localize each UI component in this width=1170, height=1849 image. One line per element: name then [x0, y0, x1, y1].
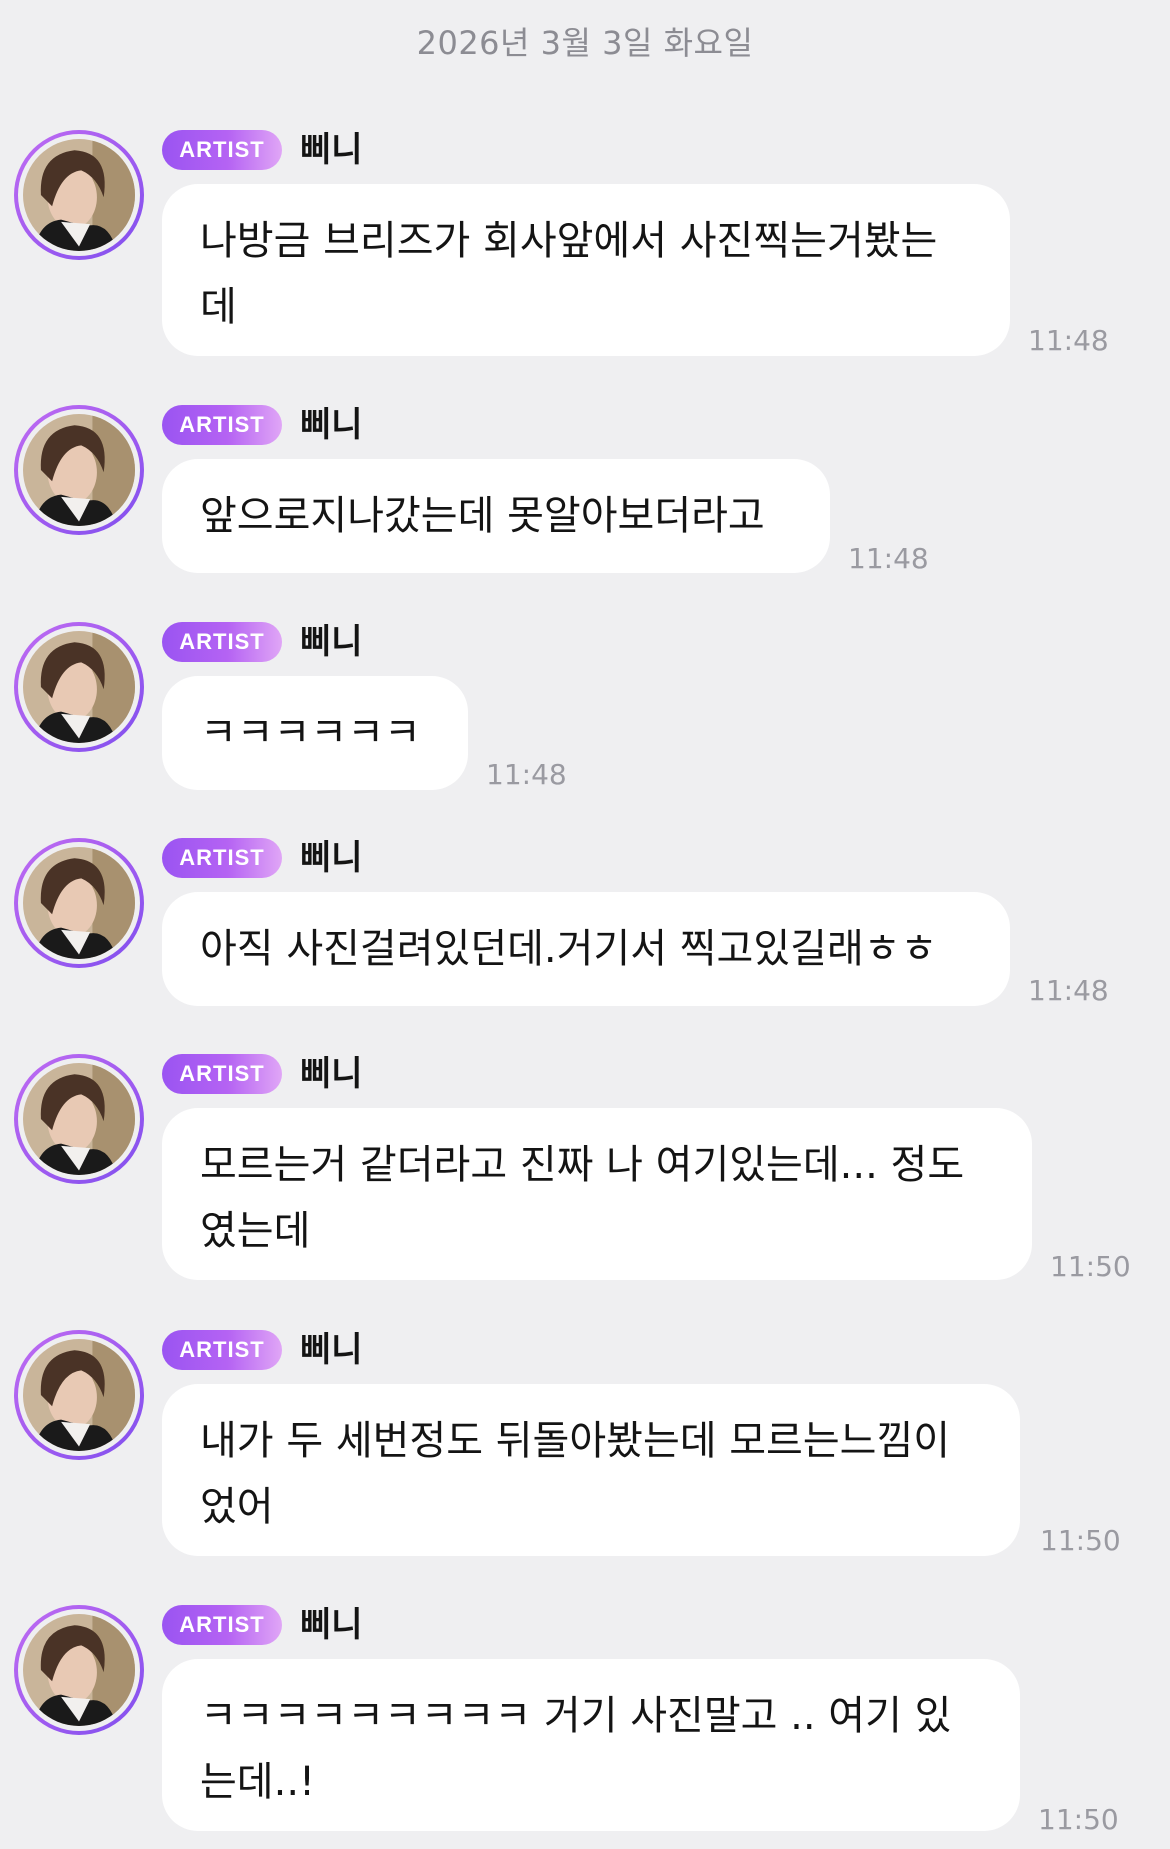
- avatar-photo: [23, 1614, 135, 1726]
- artist-badge: ARTIST: [162, 405, 282, 445]
- message-bubble[interactable]: 앞으로지나갔는데 못알아보더라고: [162, 459, 830, 573]
- avatar[interactable]: [14, 130, 144, 260]
- avatar-photo: [23, 847, 135, 959]
- sender-name[interactable]: 삐니: [300, 401, 363, 449]
- message-bubble[interactable]: 아직 사진걸려있던데.거기서 찍고있길래ㅎㅎ: [162, 892, 1010, 1006]
- sender-name[interactable]: 삐니: [300, 1601, 363, 1649]
- message-bubble[interactable]: ㅋㅋㅋㅋㅋㅋㅋㅋㅋ 거기 사진말고 .. 여기 있는데..!: [162, 1659, 1020, 1831]
- avatar[interactable]: [14, 1330, 144, 1460]
- message-time: 11:50: [1040, 1524, 1121, 1557]
- sender-name[interactable]: 삐니: [300, 1050, 363, 1098]
- avatar[interactable]: [14, 622, 144, 752]
- avatar-photo: [23, 414, 135, 526]
- artist-badge: ARTIST: [162, 1330, 282, 1370]
- message-time: 11:48: [1028, 974, 1109, 1007]
- sender-name[interactable]: 삐니: [300, 1326, 363, 1374]
- artist-badge: ARTIST: [162, 1054, 282, 1094]
- message-time: 11:48: [1028, 324, 1109, 357]
- avatar[interactable]: [14, 405, 144, 535]
- message-time: 11:48: [486, 758, 567, 791]
- artist-badge: ARTIST: [162, 1605, 282, 1645]
- avatar-photo: [23, 1063, 135, 1175]
- sender-name[interactable]: 삐니: [300, 618, 363, 666]
- message-bubble[interactable]: ㅋㅋㅋㅋㅋㅋ: [162, 676, 468, 790]
- sender-name[interactable]: 삐니: [300, 126, 363, 174]
- avatar[interactable]: [14, 838, 144, 968]
- artist-badge: ARTIST: [162, 622, 282, 662]
- avatar[interactable]: [14, 1054, 144, 1184]
- avatar-photo: [23, 631, 135, 743]
- artist-badge: ARTIST: [162, 130, 282, 170]
- avatar-photo: [23, 139, 135, 251]
- message-time: 11:48: [848, 542, 929, 575]
- message-bubble[interactable]: 나방금 브리즈가 회사앞에서 사진찍는거봤는데: [162, 184, 1010, 356]
- avatar-photo: [23, 1339, 135, 1451]
- avatar[interactable]: [14, 1605, 144, 1735]
- date-separator: 2026년 3월 3일 화요일: [416, 24, 754, 62]
- sender-name[interactable]: 삐니: [300, 834, 363, 882]
- message-bubble[interactable]: 모르는거 같더라고 진짜 나 여기있는데... 정도였는데: [162, 1108, 1032, 1280]
- artist-badge: ARTIST: [162, 838, 282, 878]
- message-bubble[interactable]: 내가 두 세번정도 뒤돌아봤는데 모르는느낌이었어: [162, 1384, 1020, 1556]
- message-time: 11:50: [1050, 1250, 1131, 1283]
- message-time: 11:50: [1038, 1803, 1119, 1836]
